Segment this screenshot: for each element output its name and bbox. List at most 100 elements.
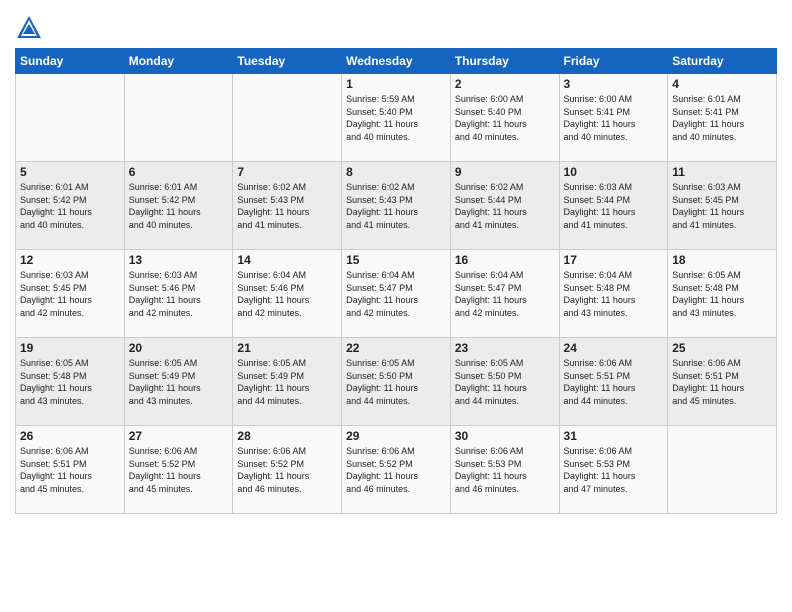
calendar-cell: 1 Sunrise: 5:59 AM Sunset: 5:40 PM Daylig… xyxy=(342,74,451,162)
cell-info: Sunrise: 6:03 AM Sunset: 5:44 PM Dayligh… xyxy=(564,181,664,231)
day-number: 4 xyxy=(672,77,772,91)
week-row-5: 26 Sunrise: 6:06 AM Sunset: 5:51 PM Dayli… xyxy=(16,426,777,514)
day-number: 14 xyxy=(237,253,337,267)
week-row-2: 5Sunrise: 6:01 AM Sunset: 5:42 PM Daylig… xyxy=(16,162,777,250)
calendar-table: SundayMondayTuesdayWednesdayThursdayFrid… xyxy=(15,48,777,514)
calendar-cell: 14 Sunrise: 6:04 AM Sunset: 5:46 PM Dayli… xyxy=(233,250,342,338)
calendar-cell: 3Sunrise: 6:00 AM Sunset: 5:41 PM Daylig… xyxy=(559,74,668,162)
calendar-cell: 9 Sunrise: 6:02 AM Sunset: 5:44 PM Daylig… xyxy=(450,162,559,250)
day-number: 31 xyxy=(564,429,664,443)
col-header-wednesday: Wednesday xyxy=(342,49,451,74)
calendar-cell: 28 Sunrise: 6:06 AM Sunset: 5:52 PM Dayli… xyxy=(233,426,342,514)
day-number: 8 xyxy=(346,165,446,179)
cell-info: Sunrise: 6:02 AM Sunset: 5:43 PM Dayligh… xyxy=(237,181,337,231)
calendar-cell xyxy=(233,74,342,162)
calendar-cell: 18 Sunrise: 6:05 AM Sunset: 5:48 PM Dayli… xyxy=(668,250,777,338)
calendar-cell xyxy=(16,74,125,162)
cell-info: Sunrise: 6:03 AM Sunset: 5:45 PM Dayligh… xyxy=(20,269,120,319)
calendar-cell: 11 Sunrise: 6:03 AM Sunset: 5:45 PM Dayli… xyxy=(668,162,777,250)
calendar-cell: 19 Sunrise: 6:05 AM Sunset: 5:48 PM Dayli… xyxy=(16,338,125,426)
day-number: 1 xyxy=(346,77,446,91)
day-number: 27 xyxy=(129,429,229,443)
day-number: 26 xyxy=(20,429,120,443)
cell-info: Sunrise: 6:01 AM Sunset: 5:42 PM Dayligh… xyxy=(20,181,120,231)
cell-info: Sunrise: 6:05 AM Sunset: 5:48 PM Dayligh… xyxy=(20,357,120,407)
page-header xyxy=(15,10,777,42)
cell-info: Sunrise: 6:03 AM Sunset: 5:46 PM Dayligh… xyxy=(129,269,229,319)
cell-info: Sunrise: 6:02 AM Sunset: 5:44 PM Dayligh… xyxy=(455,181,555,231)
calendar-cell: 10Sunrise: 6:03 AM Sunset: 5:44 PM Dayli… xyxy=(559,162,668,250)
col-header-thursday: Thursday xyxy=(450,49,559,74)
calendar-cell: 7 Sunrise: 6:02 AM Sunset: 5:43 PM Daylig… xyxy=(233,162,342,250)
cell-info: Sunrise: 6:06 AM Sunset: 5:52 PM Dayligh… xyxy=(129,445,229,495)
cell-info: Sunrise: 5:59 AM Sunset: 5:40 PM Dayligh… xyxy=(346,93,446,143)
calendar-cell: 29 Sunrise: 6:06 AM Sunset: 5:52 PM Dayli… xyxy=(342,426,451,514)
calendar-cell: 2 Sunrise: 6:00 AM Sunset: 5:40 PM Daylig… xyxy=(450,74,559,162)
day-number: 13 xyxy=(129,253,229,267)
cell-info: Sunrise: 6:04 AM Sunset: 5:48 PM Dayligh… xyxy=(564,269,664,319)
day-number: 19 xyxy=(20,341,120,355)
cell-info: Sunrise: 6:00 AM Sunset: 5:40 PM Dayligh… xyxy=(455,93,555,143)
day-number: 15 xyxy=(346,253,446,267)
day-number: 21 xyxy=(237,341,337,355)
calendar-cell: 26 Sunrise: 6:06 AM Sunset: 5:51 PM Dayli… xyxy=(16,426,125,514)
col-header-sunday: Sunday xyxy=(16,49,125,74)
day-number: 23 xyxy=(455,341,555,355)
cell-info: Sunrise: 6:06 AM Sunset: 5:52 PM Dayligh… xyxy=(346,445,446,495)
calendar-cell xyxy=(668,426,777,514)
week-row-3: 12Sunrise: 6:03 AM Sunset: 5:45 PM Dayli… xyxy=(16,250,777,338)
day-number: 18 xyxy=(672,253,772,267)
header-row: SundayMondayTuesdayWednesdayThursdayFrid… xyxy=(16,49,777,74)
day-number: 7 xyxy=(237,165,337,179)
day-number: 6 xyxy=(129,165,229,179)
day-number: 30 xyxy=(455,429,555,443)
cell-info: Sunrise: 6:04 AM Sunset: 5:46 PM Dayligh… xyxy=(237,269,337,319)
cell-info: Sunrise: 6:05 AM Sunset: 5:50 PM Dayligh… xyxy=(346,357,446,407)
day-number: 11 xyxy=(672,165,772,179)
cell-info: Sunrise: 6:05 AM Sunset: 5:49 PM Dayligh… xyxy=(129,357,229,407)
cell-info: Sunrise: 6:04 AM Sunset: 5:47 PM Dayligh… xyxy=(455,269,555,319)
cell-info: Sunrise: 6:02 AM Sunset: 5:43 PM Dayligh… xyxy=(346,181,446,231)
day-number: 25 xyxy=(672,341,772,355)
cell-info: Sunrise: 6:05 AM Sunset: 5:49 PM Dayligh… xyxy=(237,357,337,407)
day-number: 22 xyxy=(346,341,446,355)
calendar-cell: 21 Sunrise: 6:05 AM Sunset: 5:49 PM Dayli… xyxy=(233,338,342,426)
day-number: 16 xyxy=(455,253,555,267)
cell-info: Sunrise: 6:05 AM Sunset: 5:50 PM Dayligh… xyxy=(455,357,555,407)
cell-info: Sunrise: 6:06 AM Sunset: 5:51 PM Dayligh… xyxy=(20,445,120,495)
cell-info: Sunrise: 6:01 AM Sunset: 5:42 PM Dayligh… xyxy=(129,181,229,231)
week-row-1: 1 Sunrise: 5:59 AM Sunset: 5:40 PM Daylig… xyxy=(16,74,777,162)
day-number: 20 xyxy=(129,341,229,355)
day-number: 2 xyxy=(455,77,555,91)
cell-info: Sunrise: 6:03 AM Sunset: 5:45 PM Dayligh… xyxy=(672,181,772,231)
calendar-cell xyxy=(124,74,233,162)
col-header-tuesday: Tuesday xyxy=(233,49,342,74)
day-number: 24 xyxy=(564,341,664,355)
cell-info: Sunrise: 6:06 AM Sunset: 5:53 PM Dayligh… xyxy=(564,445,664,495)
cell-info: Sunrise: 6:04 AM Sunset: 5:47 PM Dayligh… xyxy=(346,269,446,319)
calendar-cell: 22 Sunrise: 6:05 AM Sunset: 5:50 PM Dayli… xyxy=(342,338,451,426)
calendar-cell: 13 Sunrise: 6:03 AM Sunset: 5:46 PM Dayli… xyxy=(124,250,233,338)
calendar-cell: 8 Sunrise: 6:02 AM Sunset: 5:43 PM Daylig… xyxy=(342,162,451,250)
calendar-cell: 17Sunrise: 6:04 AM Sunset: 5:48 PM Dayli… xyxy=(559,250,668,338)
calendar-cell: 25Sunrise: 6:06 AM Sunset: 5:51 PM Dayli… xyxy=(668,338,777,426)
cell-info: Sunrise: 6:06 AM Sunset: 5:52 PM Dayligh… xyxy=(237,445,337,495)
col-header-friday: Friday xyxy=(559,49,668,74)
cell-info: Sunrise: 6:00 AM Sunset: 5:41 PM Dayligh… xyxy=(564,93,664,143)
calendar-cell: 31 Sunrise: 6:06 AM Sunset: 5:53 PM Dayli… xyxy=(559,426,668,514)
day-number: 29 xyxy=(346,429,446,443)
calendar-cell: 15 Sunrise: 6:04 AM Sunset: 5:47 PM Dayli… xyxy=(342,250,451,338)
calendar-cell: 23 Sunrise: 6:05 AM Sunset: 5:50 PM Dayli… xyxy=(450,338,559,426)
day-number: 9 xyxy=(455,165,555,179)
calendar-cell: 20 Sunrise: 6:05 AM Sunset: 5:49 PM Dayli… xyxy=(124,338,233,426)
calendar-cell: 16 Sunrise: 6:04 AM Sunset: 5:47 PM Dayli… xyxy=(450,250,559,338)
calendar-cell: 12Sunrise: 6:03 AM Sunset: 5:45 PM Dayli… xyxy=(16,250,125,338)
cell-info: Sunrise: 6:06 AM Sunset: 5:51 PM Dayligh… xyxy=(564,357,664,407)
calendar-cell: 27 Sunrise: 6:06 AM Sunset: 5:52 PM Dayli… xyxy=(124,426,233,514)
day-number: 28 xyxy=(237,429,337,443)
calendar-cell: 5Sunrise: 6:01 AM Sunset: 5:42 PM Daylig… xyxy=(16,162,125,250)
cell-info: Sunrise: 6:05 AM Sunset: 5:48 PM Dayligh… xyxy=(672,269,772,319)
logo xyxy=(15,14,47,42)
calendar-cell: 6 Sunrise: 6:01 AM Sunset: 5:42 PM Daylig… xyxy=(124,162,233,250)
logo-icon xyxy=(15,14,43,42)
